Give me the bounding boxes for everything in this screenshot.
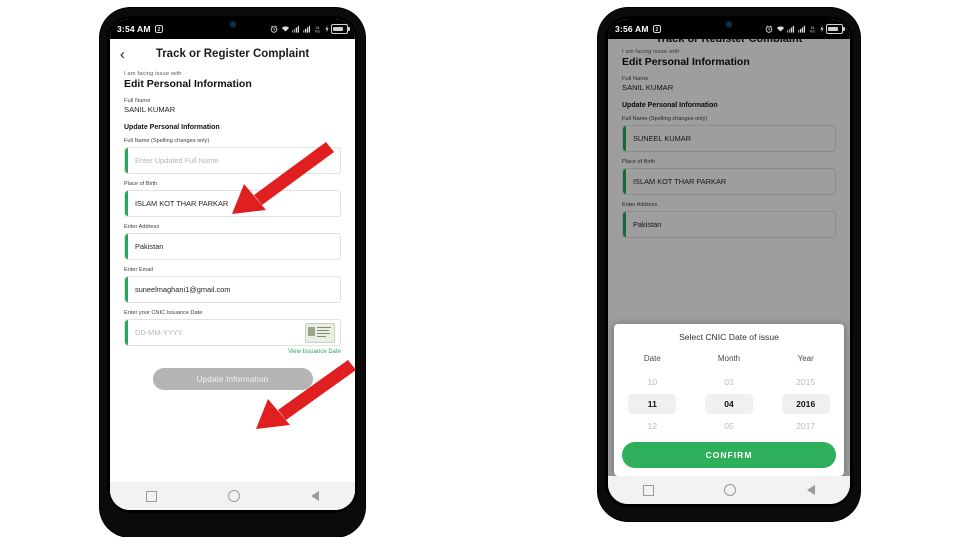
picker-selected-year[interactable]: 2016: [781, 394, 830, 414]
recents-square-icon[interactable]: [145, 490, 157, 502]
picker-option[interactable]: 2017: [767, 416, 844, 436]
field-label: Enter Email: [124, 267, 153, 273]
status-bar-right-group: 34 K/s: [270, 24, 350, 34]
status-bar-time: 3:54 AM: [117, 24, 151, 34]
android-nav-bar-right: [608, 476, 850, 504]
field-group-address: Enter Address Pakistan: [124, 224, 341, 260]
page-title: Track or Register Complaint: [155, 48, 310, 60]
status-bar-left-group: 3:56 AM 2: [615, 24, 661, 34]
issue-title: Edit Personal Information: [124, 78, 252, 90]
email-input[interactable]: suneelmaghani1@gmail.com: [124, 276, 341, 303]
status-bar-right-group: 34 K/s: [765, 24, 845, 34]
phone-bezel-left: 3:54 AM 2 34 K/s ‹ Track or Register Com…: [107, 16, 358, 513]
status-bar-left: 3:54 AM 2 34 K/s: [110, 19, 355, 39]
status-bar-right: 3:56 AM 2 34 K/s: [608, 19, 850, 39]
svg-text:2: 2: [655, 27, 658, 33]
camera-notch-icon: [210, 19, 255, 32]
camera-notch-icon: [707, 19, 751, 32]
alarm-icon: [270, 25, 278, 33]
section-title: Update Personal Information: [124, 124, 220, 131]
column-header: Year: [797, 354, 814, 363]
phone-screen-left: 3:54 AM 2 34 K/s ‹ Track or Register Com…: [110, 19, 355, 510]
form-content-left: I am facing issue with Edit Personal Inf…: [110, 69, 355, 390]
signal-icon: [292, 25, 300, 33]
svg-text:2: 2: [157, 27, 160, 33]
input-value: Pakistan: [135, 242, 164, 251]
picker-option[interactable]: 10: [614, 372, 691, 392]
picker-option[interactable]: 05: [691, 416, 768, 436]
field-label: Enter Address: [124, 224, 160, 230]
field-group-email: Enter Email suneelmaghani1@gmail.com: [124, 267, 341, 303]
recents-square-icon[interactable]: [643, 484, 655, 496]
alarm-icon: [765, 25, 773, 33]
cnic-date-picker-dialog: Select CNIC Date of issue Date 10 11 12 …: [614, 324, 844, 476]
arrow-to-fullname-field: [232, 142, 334, 214]
input-value: ISLAM KOT THAR PARKAR: [135, 199, 229, 208]
wifi-icon: [776, 25, 785, 33]
app-bar-left: ‹ Track or Register Complaint: [110, 39, 355, 69]
confirm-button[interactable]: CONFIRM: [622, 442, 836, 468]
issue-caption: I am facing issue with: [124, 71, 182, 77]
status-bar-left-group: 3:54 AM 2: [117, 24, 163, 34]
picker-selected-date[interactable]: 11: [628, 394, 677, 414]
input-placeholder: DD-MM-YYYY: [135, 328, 183, 337]
picker-columns: Date 10 11 12 Month 03 04 05 Year 2015 2…: [614, 348, 844, 436]
signal-icon: [797, 25, 806, 33]
charging-icon: [324, 25, 329, 33]
picker-option[interactable]: 03: [691, 372, 768, 392]
home-circle-icon[interactable]: [724, 484, 737, 496]
mobile-data-icon: 34 K/s: [313, 25, 322, 33]
back-triangle-icon[interactable]: [806, 485, 815, 495]
mobile-data-icon: 34 K/s: [808, 25, 817, 33]
fullname-label: Full Name: [124, 98, 151, 104]
picker-option[interactable]: 2015: [767, 372, 844, 392]
picker-column-month[interactable]: Month 03 04 05: [691, 348, 768, 436]
column-header: Date: [643, 354, 661, 363]
status-bar-time: 3:56 AM: [615, 24, 649, 34]
svg-text:K/s: K/s: [315, 29, 320, 33]
input-placeholder: Enter Updated Full Name: [135, 156, 219, 165]
phone-mockup-left: 3:54 AM 2 34 K/s ‹ Track or Register Com…: [100, 8, 365, 537]
charging-icon: [819, 25, 824, 33]
phone-mockup-right: 3:56 AM 2 34 K/s I am facing issue with …: [598, 8, 860, 521]
field-group-cnic-date: Enter your CNIC Issuance Date DD-MM-YYYY: [124, 310, 341, 355]
cnic-issuance-date-input[interactable]: DD-MM-YYYY: [124, 319, 341, 346]
picker-selected-month[interactable]: 04: [705, 394, 753, 414]
battery-icon: [826, 24, 845, 34]
signal-icon: [787, 25, 795, 33]
address-input[interactable]: Pakistan: [124, 233, 341, 260]
phone-screen-right: 3:56 AM 2 34 K/s I am facing issue with …: [608, 19, 850, 504]
phone-bezel-right: 3:56 AM 2 34 K/s I am facing issue with …: [605, 16, 853, 507]
battery-icon: [331, 24, 350, 34]
notification-badge-icon: 2: [154, 25, 163, 33]
app-content-left: ‹ Track or Register Complaint I am facin…: [110, 39, 355, 510]
column-header: Month: [717, 354, 741, 363]
field-label: Enter your CNIC Issuance Date: [124, 310, 203, 316]
picker-option[interactable]: 12: [614, 416, 691, 436]
svg-text:K/s: K/s: [810, 29, 815, 33]
app-content-right: Track or Register Complaint I am facing …: [608, 39, 850, 504]
wifi-icon: [281, 25, 290, 33]
input-value: suneelmaghani1@gmail.com: [135, 285, 231, 294]
fullname-value: SANIL KUMAR: [124, 105, 176, 114]
android-nav-bar-left: [110, 482, 355, 510]
arrow-to-cnic-date-field: [256, 360, 356, 429]
back-chevron-icon[interactable]: ‹: [120, 47, 134, 62]
back-triangle-icon[interactable]: [311, 491, 320, 501]
dialog-title: Select CNIC Date of issue: [679, 332, 779, 342]
id-card-icon: [305, 322, 335, 343]
view-issuance-date-link[interactable]: View Issuance Date: [124, 349, 341, 355]
notification-badge-icon: 2: [652, 25, 661, 33]
picker-column-year[interactable]: Year 2015 2016 2017: [767, 348, 844, 436]
home-circle-icon[interactable]: [227, 490, 240, 502]
picker-column-date[interactable]: Date 10 11 12: [614, 348, 691, 436]
screenshot-canvas: 3:54 AM 2 34 K/s ‹ Track or Register Com…: [0, 0, 956, 537]
signal-icon: [302, 25, 311, 33]
